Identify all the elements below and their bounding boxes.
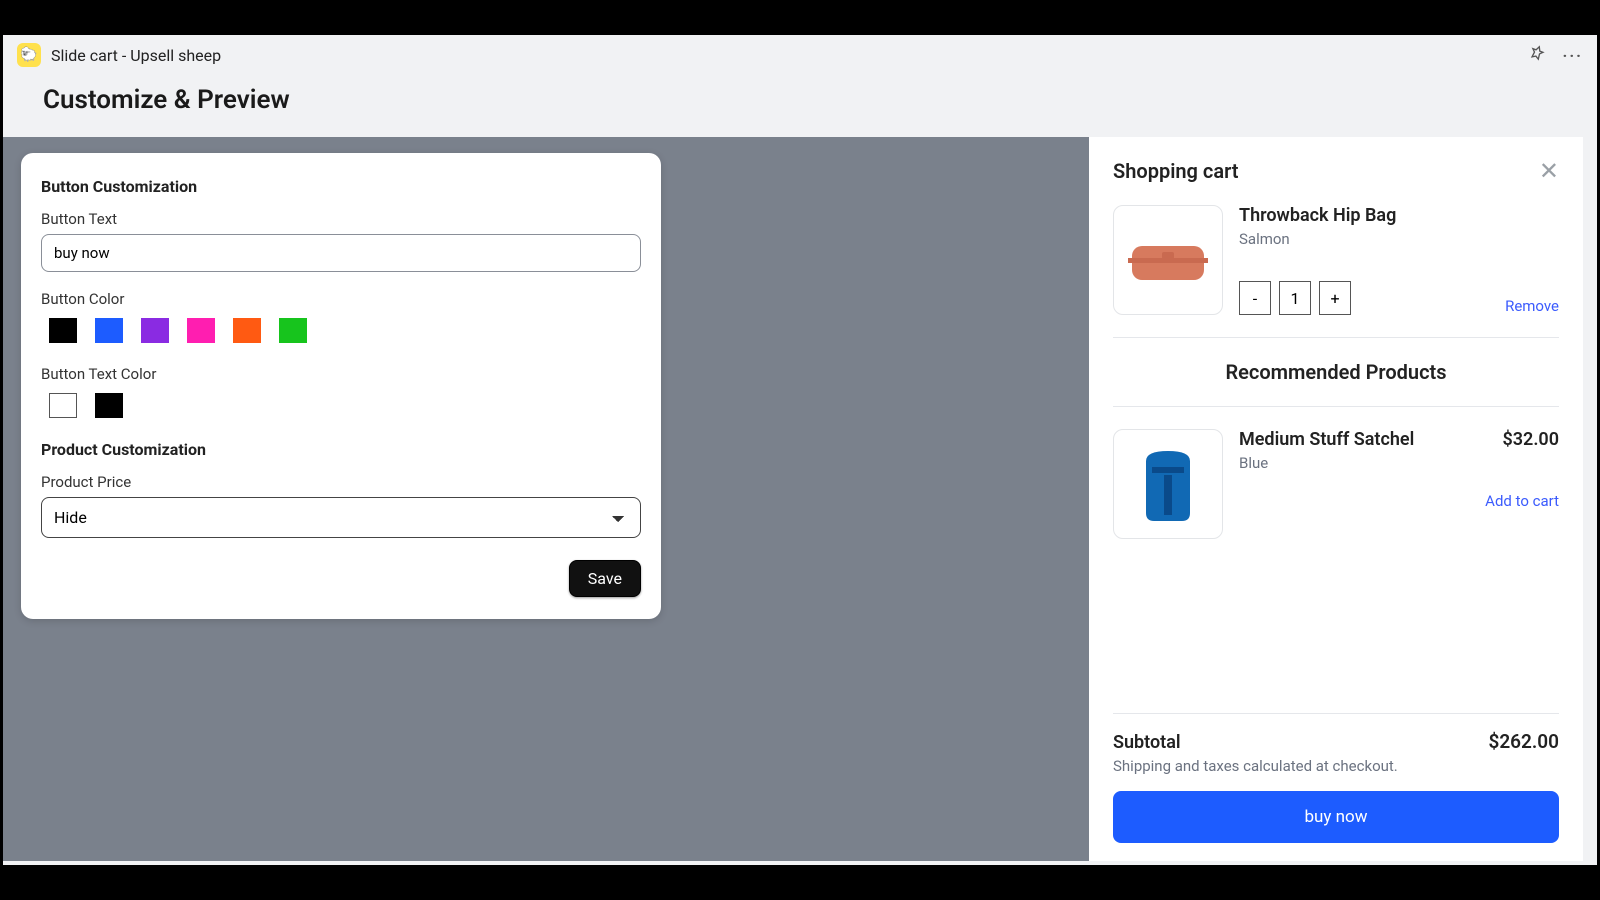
customization-panel: Button Customization Button Text Button … xyxy=(21,153,661,619)
button-color-label: Button Color xyxy=(41,290,641,308)
section-product-customization: Product Customization xyxy=(41,440,641,459)
divider xyxy=(1113,406,1559,407)
close-icon[interactable]: ✕ xyxy=(1539,159,1559,183)
color-swatch[interactable] xyxy=(187,318,215,343)
cart-title: Shopping cart xyxy=(1113,159,1238,183)
color-swatch[interactable] xyxy=(141,318,169,343)
recommended-item-variant: Blue xyxy=(1239,454,1559,472)
more-icon[interactable]: ··· xyxy=(1563,46,1583,65)
cart-item-title: Throwback Hip Bag xyxy=(1239,205,1559,226)
app-logo: 🐑 xyxy=(17,43,41,67)
color-swatch[interactable] xyxy=(233,318,261,343)
recommended-item: Medium Stuff Satchel $32.00 Blue Add to … xyxy=(1113,429,1559,539)
pin-icon[interactable] xyxy=(1529,45,1545,65)
product-price-label: Product Price xyxy=(41,473,641,491)
recommended-item-thumb xyxy=(1113,429,1223,539)
qty-increase-button[interactable]: + xyxy=(1319,281,1351,315)
recommended-item-title: Medium Stuff Satchel xyxy=(1239,429,1414,450)
page-title: Customize & Preview xyxy=(43,85,1557,115)
color-swatch[interactable] xyxy=(95,393,123,418)
button-color-swatches xyxy=(41,314,641,347)
color-swatch[interactable] xyxy=(95,318,123,343)
titlebar: 🐑 Slide cart - Upsell sheep ··· xyxy=(3,35,1597,75)
scrollbar[interactable] xyxy=(1583,137,1597,861)
recommended-title: Recommended Products xyxy=(1113,360,1559,384)
qty-value: 1 xyxy=(1279,281,1311,315)
remove-item-link[interactable]: Remove xyxy=(1505,297,1559,315)
button-text-color-swatches xyxy=(41,389,641,422)
color-swatch[interactable] xyxy=(49,318,77,343)
cart-drawer: Shopping cart ✕ Throwback Hip Bag Salmon… xyxy=(1089,137,1583,861)
color-swatch[interactable] xyxy=(279,318,307,343)
app-title: Slide cart - Upsell sheep xyxy=(51,46,221,65)
cart-item: Throwback Hip Bag Salmon - 1 + Remove xyxy=(1113,205,1559,315)
button-text-input[interactable] xyxy=(41,234,641,272)
product-price-select[interactable]: Hide xyxy=(41,497,641,538)
color-swatch[interactable] xyxy=(49,393,77,418)
page-header: Customize & Preview xyxy=(3,75,1597,137)
add-to-cart-link[interactable]: Add to cart xyxy=(1485,492,1559,510)
button-text-color-label: Button Text Color xyxy=(41,365,641,383)
subtotal-value: $262.00 xyxy=(1488,730,1559,753)
shipping-note: Shipping and taxes calculated at checkou… xyxy=(1113,757,1559,775)
divider xyxy=(1113,337,1559,338)
qty-decrease-button[interactable]: - xyxy=(1239,281,1271,315)
cart-item-variant: Salmon xyxy=(1239,230,1559,248)
checkout-button[interactable]: buy now xyxy=(1113,791,1559,843)
save-button[interactable]: Save xyxy=(569,560,641,597)
subtotal-label: Subtotal xyxy=(1113,732,1181,753)
button-text-label: Button Text xyxy=(41,210,641,228)
recommended-item-price: $32.00 xyxy=(1502,429,1559,450)
cart-item-thumb xyxy=(1113,205,1223,315)
cart-footer: Subtotal $262.00 Shipping and taxes calc… xyxy=(1113,713,1559,843)
section-button-customization: Button Customization xyxy=(41,177,641,196)
